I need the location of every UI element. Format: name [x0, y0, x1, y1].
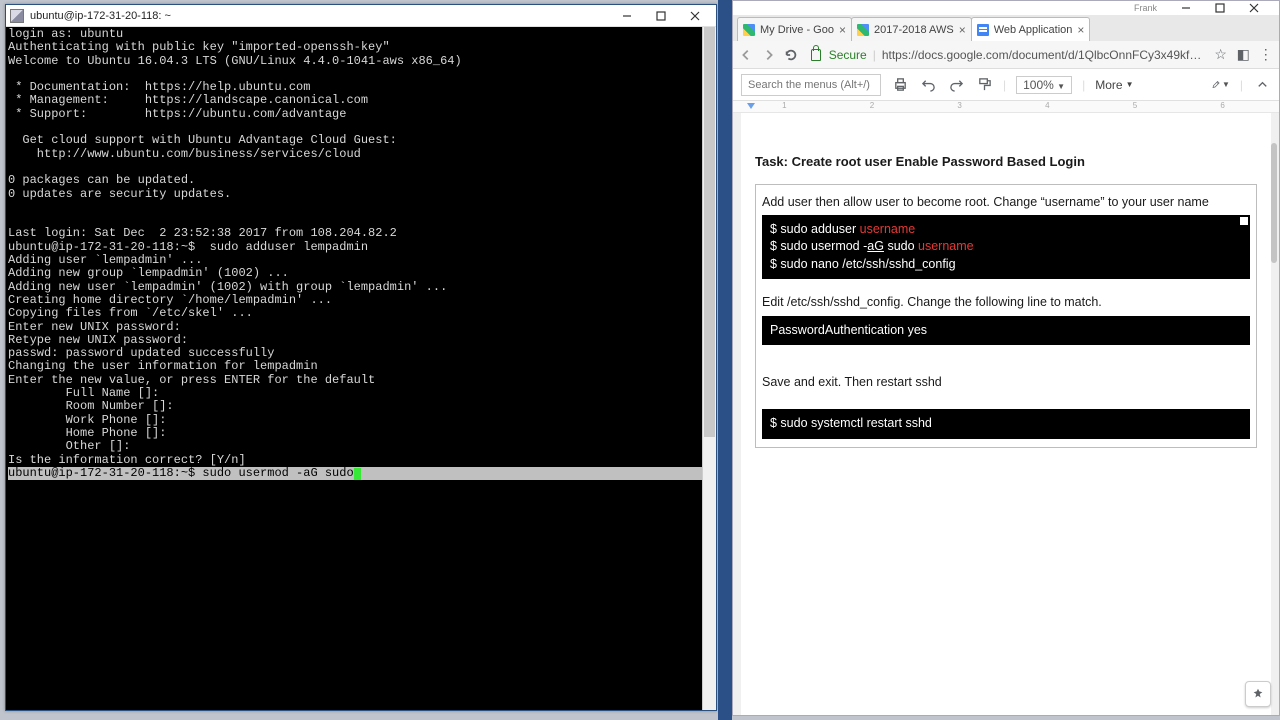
- docs-favicon-icon: [977, 24, 989, 36]
- menu-dots-icon[interactable]: ⋮: [1258, 47, 1273, 63]
- terminal-cursor: [354, 468, 361, 480]
- back-button[interactable]: [739, 47, 754, 63]
- ruler-tick: 2: [870, 101, 874, 110]
- redo-icon[interactable]: [947, 76, 965, 94]
- doc-section-box: Add user then allow user to become root.…: [755, 184, 1257, 448]
- maximize-button[interactable]: [644, 6, 678, 26]
- docs-scrollbar[interactable]: [1269, 113, 1279, 715]
- docs-page[interactable]: Task: Create root user Enable Password B…: [741, 113, 1271, 715]
- selection-handle-icon[interactable]: [1240, 217, 1248, 225]
- ruler-tick: 4: [1045, 101, 1049, 110]
- paint-format-icon[interactable]: [975, 76, 993, 94]
- extension-icon[interactable]: ◧: [1236, 47, 1251, 63]
- indent-marker-icon[interactable]: [747, 103, 755, 109]
- ruler-tick: 3: [957, 101, 961, 110]
- instruction-text: Edit /etc/ssh/sshd_config. Change the fo…: [762, 293, 1250, 311]
- url-text: https://docs.google.com/document/d/1Qlbc…: [882, 48, 1202, 62]
- docs-toolbar: | 100% ▼ | More ▼ ▼ |: [733, 69, 1279, 101]
- tab-1[interactable]: 2017-2018 AWS ×: [851, 17, 972, 41]
- putty-title: ubuntu@ip-172-31-20-118: ~: [30, 10, 610, 22]
- more-button[interactable]: More ▼: [1095, 78, 1133, 92]
- ruler-tick: 5: [1133, 101, 1137, 110]
- ruler-tick: 6: [1220, 101, 1224, 110]
- editing-mode-icon[interactable]: ▼: [1212, 76, 1230, 94]
- docs-viewport: Task: Create root user Enable Password B…: [733, 113, 1279, 715]
- terminal-body[interactable]: login as: ubuntu Authenticating with pub…: [6, 27, 716, 710]
- bookmark-star-icon[interactable]: ☆: [1213, 47, 1228, 63]
- instruction-text: Save and exit. Then restart sshd: [762, 373, 1250, 391]
- minimize-button[interactable]: [610, 6, 644, 26]
- putty-window: ubuntu@ip-172-31-20-118: ~ login as: ubu…: [5, 4, 717, 711]
- terminal-scrollbar[interactable]: [702, 27, 716, 710]
- tab-0[interactable]: My Drive - Goo ×: [737, 17, 852, 41]
- tab-2[interactable]: Web Application ×: [971, 17, 1091, 41]
- hide-menus-icon[interactable]: [1253, 76, 1271, 94]
- forward-button[interactable]: [762, 47, 777, 63]
- chrome-toolbar: Secure | https://docs.google.com/documen…: [733, 41, 1279, 69]
- tab-label: 2017-2018 AWS: [874, 24, 954, 36]
- scrollbar-thumb[interactable]: [1271, 143, 1277, 263]
- explore-button[interactable]: [1245, 681, 1271, 707]
- code-block: $ sudo adduser username $ sudo usermod -…: [762, 215, 1250, 280]
- chrome-window: Frank My Drive - Goo×2017-2018 AWS×Web A…: [732, 0, 1280, 716]
- profile-name: Frank: [1134, 3, 1157, 13]
- search-menus-input[interactable]: [741, 74, 881, 96]
- placeholder-username: username: [918, 239, 974, 253]
- window-divider: [718, 0, 732, 720]
- instruction-text: Add user then allow user to become root.…: [762, 193, 1250, 211]
- reload-button[interactable]: [784, 47, 799, 63]
- undo-icon[interactable]: [919, 76, 937, 94]
- tab-close-icon[interactable]: ×: [959, 23, 966, 37]
- close-button[interactable]: [678, 6, 712, 26]
- code-block: PasswordAuthentication yes: [762, 316, 1250, 346]
- tab-close-icon[interactable]: ×: [839, 23, 846, 37]
- task-title: Task: Create root user Enable Password B…: [755, 153, 1257, 172]
- zoom-select[interactable]: 100% ▼: [1016, 76, 1072, 94]
- lock-icon: [811, 49, 821, 61]
- placeholder-username: username: [860, 222, 916, 236]
- drive-favicon-icon: [743, 24, 755, 36]
- tab-label: My Drive - Goo: [760, 24, 834, 36]
- print-icon[interactable]: [891, 76, 909, 94]
- scrollbar-thumb[interactable]: [704, 27, 715, 437]
- tab-label: Web Application: [994, 24, 1073, 36]
- secure-label: Secure: [829, 48, 867, 62]
- ruler-tick: 1: [782, 101, 786, 110]
- tab-close-icon[interactable]: ×: [1077, 23, 1084, 37]
- putty-icon: [10, 9, 24, 23]
- drive-favicon-icon: [857, 24, 869, 36]
- ruler[interactable]: 1 2 3 4 5 6: [733, 101, 1279, 113]
- putty-titlebar[interactable]: ubuntu@ip-172-31-20-118: ~: [6, 5, 716, 27]
- address-bar[interactable]: Secure | https://docs.google.com/documen…: [807, 48, 1206, 62]
- tab-strip: My Drive - Goo×2017-2018 AWS×Web Applica…: [733, 15, 1279, 41]
- terminal-current-line[interactable]: ubuntu@ip-172-31-20-118:~$ sudo usermod …: [8, 467, 714, 480]
- chrome-caption-bar: Frank: [733, 1, 1279, 15]
- code-block: $ sudo systemctl restart sshd: [762, 409, 1250, 439]
